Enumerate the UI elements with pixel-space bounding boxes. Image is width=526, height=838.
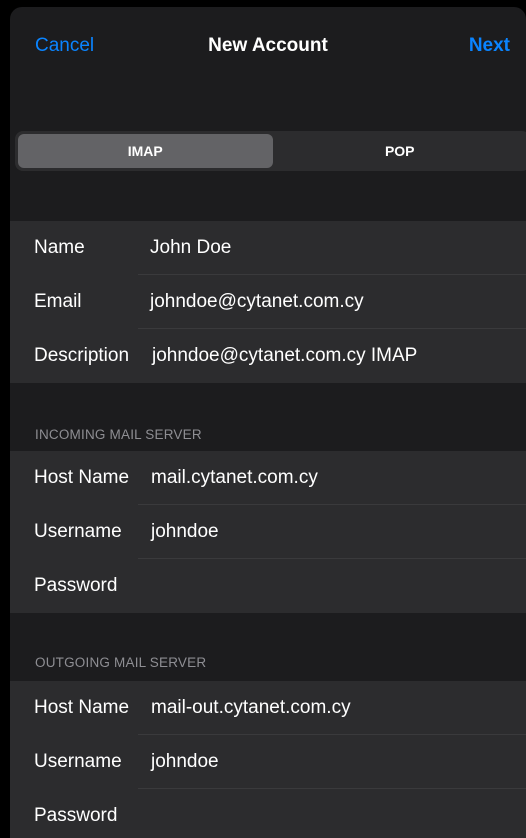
outgoing-username-row[interactable]: Username johndoe	[10, 735, 526, 789]
next-button[interactable]: Next	[469, 35, 510, 57]
description-label: Description	[34, 345, 130, 366]
page-title: New Account	[208, 35, 328, 56]
outgoing-password-row[interactable]: Password	[10, 789, 526, 838]
outgoing-server-group: Host Name mail-out.cytanet.com.cy Userna…	[10, 681, 526, 838]
incoming-host-field[interactable]: mail.cytanet.com.cy	[151, 451, 318, 505]
outgoing-username-label: Username	[34, 751, 122, 772]
outgoing-host-field[interactable]: mail-out.cytanet.com.cy	[151, 681, 351, 735]
new-account-sheet: Cancel New Account Next IMAP POP Name Jo…	[10, 7, 526, 838]
email-row[interactable]: Email johndoe@cytanet.com.cy	[10, 275, 526, 329]
outgoing-host-row[interactable]: Host Name mail-out.cytanet.com.cy	[10, 681, 526, 735]
navigation-bar: Cancel New Account Next	[10, 7, 526, 87]
account-type-segmented-control: IMAP POP	[15, 131, 526, 171]
account-info-group: Name John Doe Email johndoe@cytanet.com.…	[10, 221, 526, 383]
name-field[interactable]: John Doe	[150, 221, 231, 275]
segment-pop[interactable]: POP	[273, 134, 526, 168]
name-row[interactable]: Name John Doe	[10, 221, 526, 275]
incoming-server-group: Host Name mail.cytanet.com.cy Username j…	[10, 451, 526, 613]
description-field[interactable]: johndoe@cytanet.com.cy IMAP	[152, 329, 417, 383]
incoming-username-label: Username	[34, 521, 122, 542]
email-field[interactable]: johndoe@cytanet.com.cy	[150, 275, 364, 329]
incoming-host-label: Host Name	[34, 467, 130, 488]
outgoing-username-field[interactable]: johndoe	[151, 735, 219, 789]
outgoing-host-label: Host Name	[34, 697, 130, 718]
incoming-host-row[interactable]: Host Name mail.cytanet.com.cy	[10, 451, 526, 505]
outgoing-password-label: Password	[34, 805, 118, 826]
description-row[interactable]: Description johndoe@cytanet.com.cy IMAP	[10, 329, 526, 383]
incoming-username-row[interactable]: Username johndoe	[10, 505, 526, 559]
incoming-mail-server-header: INCOMING MAIL SERVER	[35, 427, 202, 442]
name-label: Name	[34, 237, 85, 258]
incoming-password-label: Password	[34, 575, 118, 596]
segment-imap[interactable]: IMAP	[18, 134, 273, 168]
incoming-password-row[interactable]: Password	[10, 559, 526, 613]
email-label: Email	[34, 291, 82, 312]
incoming-username-field[interactable]: johndoe	[151, 505, 219, 559]
outgoing-mail-server-header: OUTGOING MAIL SERVER	[35, 655, 207, 670]
